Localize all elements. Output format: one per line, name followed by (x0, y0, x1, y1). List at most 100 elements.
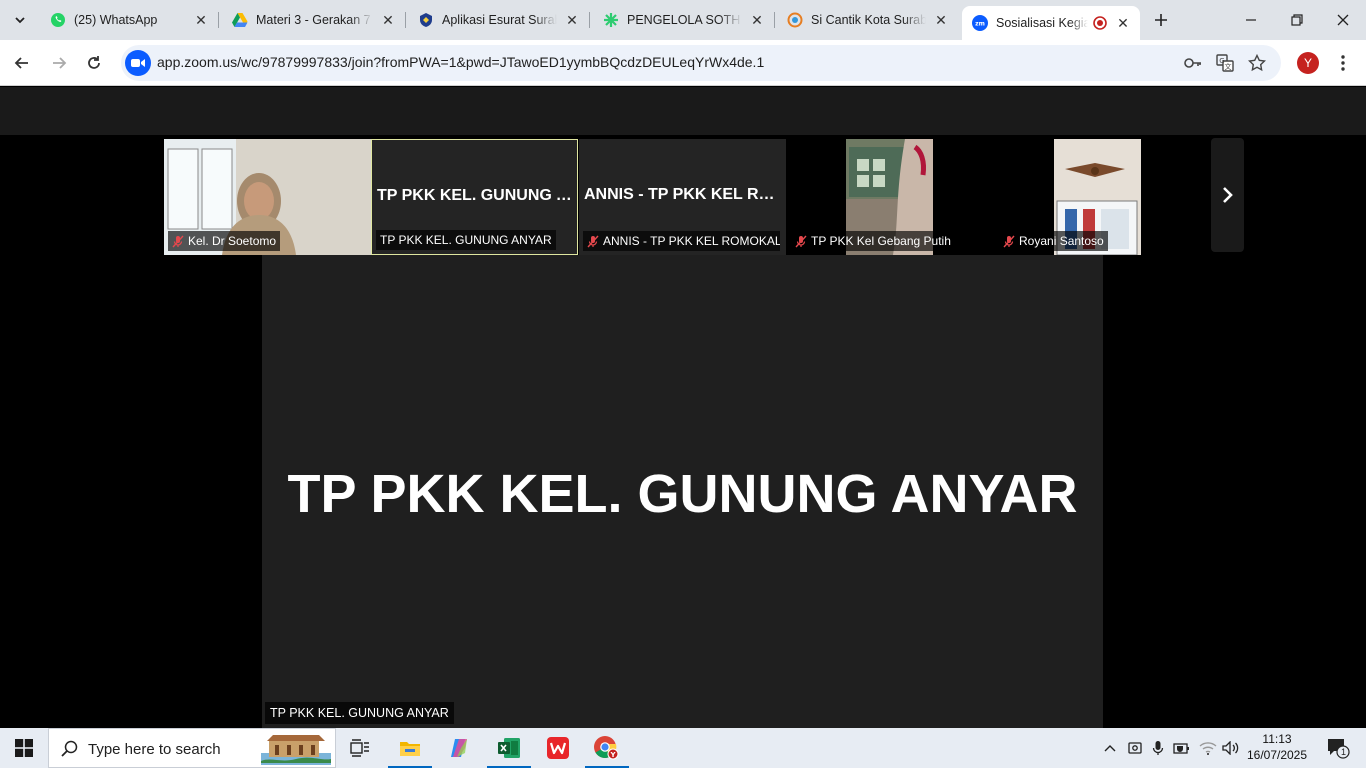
chevron-down-icon (15, 17, 25, 24)
chrome-icon: Y (594, 736, 619, 760)
reload-icon (88, 56, 100, 69)
participant-name-label: Royani Santoso (999, 231, 1108, 251)
windows-logo-icon (15, 739, 33, 757)
zoom-video-icon[interactable] (125, 50, 151, 76)
tab-title: Aplikasi Esurat Surabaya (442, 13, 557, 27)
taskbar-chrome[interactable]: Y (583, 728, 631, 768)
task-view-button[interactable] (336, 728, 384, 768)
browser-toolbar: app.zoom.us/wc/97879997833/join?fromPWA=… (0, 40, 1366, 86)
taskbar-file-explorer[interactable] (386, 728, 434, 768)
tab-esurat[interactable]: Aplikasi Esurat Surabaya ✕ (408, 6, 590, 34)
taskbar-wps[interactable] (534, 728, 582, 768)
taskbar-clock[interactable]: 11:13 16/07/2025 (1244, 731, 1310, 763)
task-view-icon (350, 739, 369, 757)
notification-count: 1 (1341, 747, 1347, 757)
next-participants-button[interactable] (1211, 138, 1244, 252)
close-icon[interactable]: ✕ (932, 11, 950, 29)
tab-si-cantik[interactable]: Si Cantik Kota Surabaya ✕ (777, 6, 958, 34)
arrow-right-icon (53, 57, 67, 69)
participant-name-label: TP PKK Kel Gebang Putih (791, 231, 955, 251)
tray-volume[interactable] (1220, 728, 1242, 768)
tray-microphone[interactable] (1148, 728, 1168, 768)
speaker-icon (1222, 741, 1239, 755)
tab-zoom-sosialisasi[interactable]: zm Sosialisasi Kegiatan ✕ (962, 6, 1140, 40)
taskbar-copilot[interactable] (435, 728, 483, 768)
new-tab-button[interactable] (1150, 9, 1172, 31)
main-speaker-name-label: TP PKK KEL. GUNUNG ANYAR (265, 702, 454, 724)
main-speaker-display-name: TP PKK KEL. GUNUNG ANYAR (287, 464, 1078, 524)
taskbar-search-box[interactable]: Type here to search (48, 728, 336, 768)
back-button[interactable] (8, 49, 36, 77)
zoom-icon: zm (972, 15, 988, 31)
browser-menu-button[interactable] (1332, 52, 1354, 74)
microphone-icon (1152, 741, 1164, 755)
main-speaker-view[interactable]: TP PKK KEL. GUNUNG ANYAR TP PKK KEL. GUN… (262, 255, 1103, 728)
recording-icon (1092, 15, 1108, 31)
tray-meet-now[interactable] (1124, 728, 1146, 768)
clock-time: 11:13 (1262, 732, 1292, 746)
show-hidden-icons-button[interactable] (1100, 728, 1120, 768)
tab-search-button[interactable] (8, 8, 32, 32)
notification-center-button[interactable]: 1 (1318, 728, 1358, 768)
clock-date: 16/07/2025 (1246, 748, 1308, 762)
tab-google-drive[interactable]: Materi 3 - Gerakan 7 ✕ (222, 6, 406, 34)
close-window-button[interactable] (1320, 0, 1366, 40)
participant-tile[interactable]: Kel. Dr Soetomo (164, 139, 371, 255)
search-highlight-image (261, 735, 331, 765)
surabaya-crest-icon (418, 12, 434, 28)
close-icon[interactable]: ✕ (192, 11, 210, 29)
tab-separator (218, 12, 219, 28)
notification-icon (1328, 739, 1350, 759)
profile-avatar[interactable]: Y (1297, 52, 1319, 74)
si-cantik-icon (787, 12, 803, 28)
search-placeholder: Type here to search (88, 741, 221, 758)
chevron-right-icon (1222, 187, 1233, 203)
mic-muted-icon (795, 235, 807, 247)
tab-title: Materi 3 - Gerakan 7 (256, 13, 371, 27)
mic-muted-icon (172, 235, 184, 247)
url-text[interactable]: app.zoom.us/wc/97879997833/join?fromPWA=… (157, 54, 764, 70)
green-star-icon (603, 12, 619, 28)
svg-text:zm: zm (975, 21, 985, 28)
taskbar-excel[interactable] (485, 728, 533, 768)
start-button[interactable] (0, 728, 48, 768)
tab-pengelola-soth[interactable]: PENGELOLA SOTH SURABAYA ✕ (593, 6, 775, 34)
restore-button[interactable] (1274, 0, 1320, 40)
close-icon[interactable]: ✕ (379, 11, 397, 29)
tray-battery[interactable] (1170, 728, 1194, 768)
chevron-up-icon (1104, 745, 1116, 752)
minimize-button[interactable] (1228, 0, 1274, 40)
excel-icon (498, 738, 520, 758)
tab-title: Sosialisasi Kegiatan (996, 16, 1088, 30)
tray-network[interactable] (1196, 728, 1220, 768)
battery-plug-icon (1173, 742, 1189, 754)
reload-button[interactable] (80, 49, 108, 77)
participant-tile-active-speaker[interactable]: TP PKK KEL. GUNUNG A... TP PKK KEL. GUNU… (371, 139, 578, 255)
camera-icon (1128, 742, 1142, 754)
tab-separator (405, 12, 406, 28)
participant-tile[interactable]: ANNIS - TP PKK KEL RO... ANNIS - TP PKK … (579, 139, 786, 255)
forward-button[interactable] (45, 49, 73, 77)
participant-tile[interactable]: TP PKK Kel Gebang Putih (787, 139, 994, 255)
translate-icon[interactable]: 文G (1215, 53, 1235, 73)
search-icon (61, 740, 78, 757)
participant-display-name: ANNIS - TP PKK KEL RO... (584, 186, 781, 203)
close-icon[interactable]: ✕ (1114, 14, 1132, 32)
participant-tile[interactable]: Royani Santoso (995, 139, 1141, 255)
folder-icon (400, 742, 420, 756)
close-icon[interactable]: ✕ (748, 11, 766, 29)
svg-text:Y: Y (609, 751, 616, 759)
address-bar[interactable]: app.zoom.us/wc/97879997833/join?fromPWA=… (121, 45, 1281, 81)
bookmark-star-icon[interactable] (1247, 53, 1267, 73)
zoom-meeting-area: Kel. Dr Soetomo TP PKK KEL. GUNUNG A... … (0, 87, 1366, 728)
tab-title: (25) WhatsApp (74, 13, 158, 27)
participant-name-label: Kel. Dr Soetomo (168, 231, 281, 251)
participant-name-label: ANNIS - TP PKK KEL ROMOKALI... (583, 231, 780, 251)
close-icon[interactable]: ✕ (563, 11, 581, 29)
mic-muted-icon (587, 235, 599, 247)
svg-text:文: 文 (1225, 62, 1232, 71)
participant-display-name: TP PKK KEL. GUNUNG A... (377, 187, 572, 204)
password-key-icon[interactable] (1183, 53, 1203, 73)
tab-whatsapp[interactable]: (25) WhatsApp ✕ (40, 6, 219, 34)
tab-title: PENGELOLA SOTH SURABAYA (627, 13, 742, 27)
